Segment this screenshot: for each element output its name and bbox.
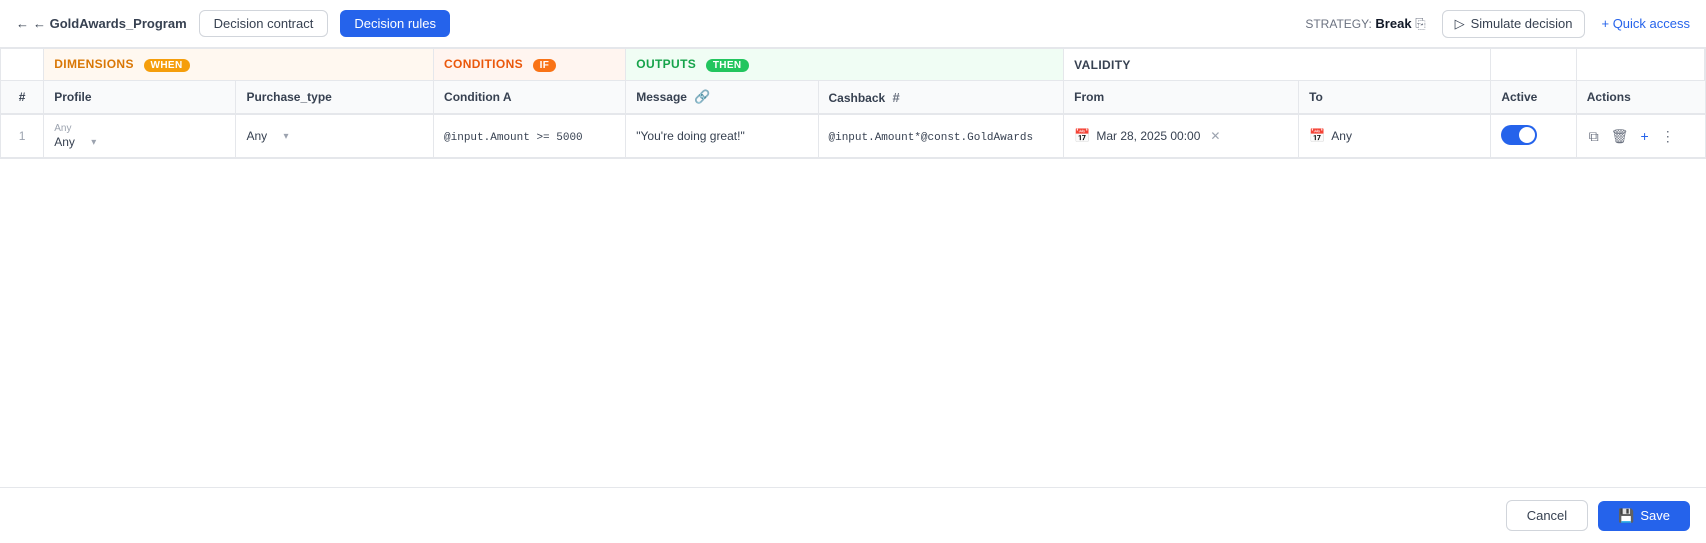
cashback-value: @input.Amount*@const.GoldAwards: [829, 132, 1034, 144]
purchase-type-cell[interactable]: Any ▾: [236, 114, 434, 158]
message-link-icon: 🔗: [694, 89, 710, 104]
play-icon: ▷: [1455, 16, 1465, 32]
from-clear-icon[interactable]: ✕: [1210, 129, 1220, 143]
active-toggle[interactable]: [1501, 125, 1537, 145]
bottom-bar: Cancel 💾 Save: [0, 487, 1706, 543]
decision-table: DIMENSIONS WHEN CONDITIONS IF OUTPUTS TH…: [1, 49, 1705, 158]
actions-cell: ⧉ 🗑 + ⋮: [1576, 114, 1704, 158]
from-calendar-icon: 📅: [1074, 128, 1090, 144]
strategy-copy-icon[interactable]: ⎘: [1415, 16, 1425, 31]
outputs-header: OUTPUTS THEN: [626, 49, 1064, 81]
col-num: #: [1, 81, 44, 115]
strategy-prefix: STRATEGY:: [1305, 17, 1371, 31]
simulate-decision-button[interactable]: ▷ Simulate decision: [1442, 10, 1586, 38]
conditions-header: CONDITIONS IF: [434, 49, 626, 81]
table-row: 1 Any Any ▾ Any ▾: [1, 114, 1705, 158]
save-icon: 💾: [1618, 508, 1634, 524]
to-date-value: Any: [1331, 129, 1352, 143]
decision-contract-button[interactable]: Decision contract: [199, 10, 329, 37]
active-cell[interactable]: [1491, 114, 1576, 158]
message-value: "You're doing great!": [636, 129, 744, 143]
condition-a-value: @input.Amount >= 5000: [444, 132, 583, 144]
cancel-button[interactable]: Cancel: [1506, 500, 1588, 531]
save-button[interactable]: 💾 Save: [1598, 501, 1690, 531]
decision-table-container: DIMENSIONS WHEN CONDITIONS IF OUTPUTS TH…: [0, 48, 1706, 159]
purchase-type-chevron-icon: ▾: [283, 131, 288, 142]
actions-section-header: [1576, 49, 1704, 81]
section-header-row: DIMENSIONS WHEN CONDITIONS IF OUTPUTS TH…: [1, 49, 1705, 81]
dimensions-header: DIMENSIONS WHEN: [44, 49, 434, 81]
cashback-hash-icon: #: [893, 90, 900, 105]
profile-select[interactable]: Any: [54, 135, 87, 149]
validity-header: VALIDITY: [1064, 49, 1491, 81]
app-header: ← ← GoldAwards_Program Decision contract…: [0, 0, 1706, 48]
col-active: Active: [1491, 81, 1576, 115]
if-badge: IF: [533, 59, 557, 72]
col-purchase-type: Purchase_type: [236, 81, 434, 115]
profile-cell[interactable]: Any Any ▾: [44, 114, 236, 158]
col-condition-a: Condition A: [434, 81, 626, 115]
col-cashback: Cashback #: [818, 81, 1064, 115]
col-header-row: # Profile Purchase_type Condition A Mess…: [1, 81, 1705, 115]
quick-access-button[interactable]: + Quick access: [1601, 16, 1690, 31]
message-cell[interactable]: "You're doing great!": [626, 114, 818, 158]
active-section-header: [1491, 49, 1576, 81]
back-button[interactable]: ← ← GoldAwards_Program: [16, 16, 187, 31]
strategy-value: Break: [1375, 16, 1411, 31]
row-number: 1: [1, 114, 44, 158]
col-to: To: [1299, 81, 1491, 115]
add-row-icon[interactable]: +: [1639, 126, 1651, 146]
more-actions-icon[interactable]: ⋮: [1659, 126, 1677, 147]
app-title: ← GoldAwards_Program: [33, 16, 187, 31]
copy-row-icon[interactable]: ⧉: [1587, 126, 1601, 147]
cashback-cell[interactable]: @input.Amount*@const.GoldAwards: [818, 114, 1064, 158]
to-cell[interactable]: 📅 Any: [1299, 114, 1491, 158]
delete-row-icon[interactable]: 🗑: [1609, 126, 1631, 147]
back-arrow-icon: ←: [16, 16, 29, 31]
condition-a-cell[interactable]: @input.Amount >= 5000: [434, 114, 626, 158]
then-badge: THEN: [706, 59, 749, 72]
header-right-section: STRATEGY: Break ⎘ ▷ Simulate decision + …: [1305, 10, 1690, 38]
profile-any-label: Any: [54, 123, 225, 134]
col-profile: Profile: [44, 81, 236, 115]
strategy-section: STRATEGY: Break ⎘: [1305, 16, 1425, 32]
col-message: Message 🔗: [626, 81, 818, 115]
from-cell[interactable]: 📅 Mar 28, 2025 00:00 ✕: [1064, 114, 1299, 158]
col-actions: Actions: [1576, 81, 1704, 115]
profile-chevron-icon: ▾: [91, 137, 96, 148]
empty-header-cell: [1, 49, 44, 81]
to-calendar-icon: 📅: [1309, 128, 1325, 144]
decision-rules-button[interactable]: Decision rules: [340, 10, 450, 37]
col-from: From: [1064, 81, 1299, 115]
when-badge: WHEN: [144, 59, 190, 72]
from-date-value: Mar 28, 2025 00:00: [1096, 129, 1200, 143]
purchase-type-select[interactable]: Any: [246, 129, 279, 143]
